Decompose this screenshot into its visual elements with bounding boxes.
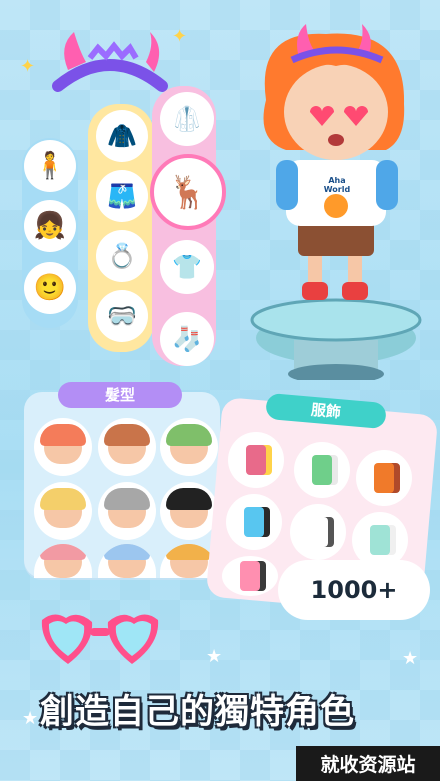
coat-option[interactable]: 🥼 [160, 92, 214, 146]
hairstyle-option[interactable] [98, 482, 156, 540]
shirt-text-line2: World [323, 185, 351, 194]
star-icon: ★ [206, 646, 223, 667]
outfit-option[interactable] [356, 450, 412, 506]
hairstyle-option[interactable] [98, 418, 156, 476]
star-icon: ★ [402, 648, 419, 669]
hairstyle-option[interactable] [98, 544, 156, 578]
heart-glasses-icon [41, 614, 159, 664]
earring-option[interactable]: 💍 [96, 230, 148, 282]
outfit-option[interactable] [228, 432, 284, 488]
face-option[interactable]: 🙂 [24, 262, 76, 314]
glasses-option[interactable]: 🥽 [96, 290, 148, 342]
character-avatar [250, 24, 422, 380]
outfit-option[interactable] [222, 556, 278, 596]
hairstyle-option[interactable] [160, 418, 218, 476]
outfit-option[interactable] [290, 504, 346, 560]
tshirt-option[interactable]: 👕 [160, 240, 214, 294]
star-icon: ★ [22, 708, 39, 729]
hairstyle-tag: 髮型 [58, 382, 182, 408]
tagline: 創造自己的獨特角色 [40, 692, 355, 732]
outfit-option[interactable] [294, 442, 350, 498]
horn-headband-icon [52, 32, 168, 92]
sock-option[interactable]: 🧦 [160, 312, 214, 366]
item-count-badge: 1000+ [278, 560, 430, 620]
watermark: 就收资源站 [296, 746, 440, 781]
hair-option[interactable]: 👧 [24, 200, 76, 252]
shirt-text-line1: Aha [328, 176, 346, 185]
body-option[interactable]: 🧍 [24, 140, 76, 192]
antler-option[interactable]: 🦌 [150, 154, 226, 230]
shirt-print: Aha World [312, 176, 362, 194]
shorts-option[interactable]: 🩳 [96, 170, 148, 222]
hairstyle-option[interactable] [34, 482, 92, 540]
hairstyle-option[interactable] [34, 418, 92, 476]
jacket-option[interactable]: 🧥 [96, 110, 148, 162]
sparkle-icon: ✦ [20, 56, 36, 77]
sparkle-icon: ✦ [172, 26, 188, 47]
hairstyle-option[interactable] [160, 482, 218, 540]
hairstyle-option[interactable] [34, 544, 92, 578]
outfit-option[interactable] [226, 494, 282, 550]
